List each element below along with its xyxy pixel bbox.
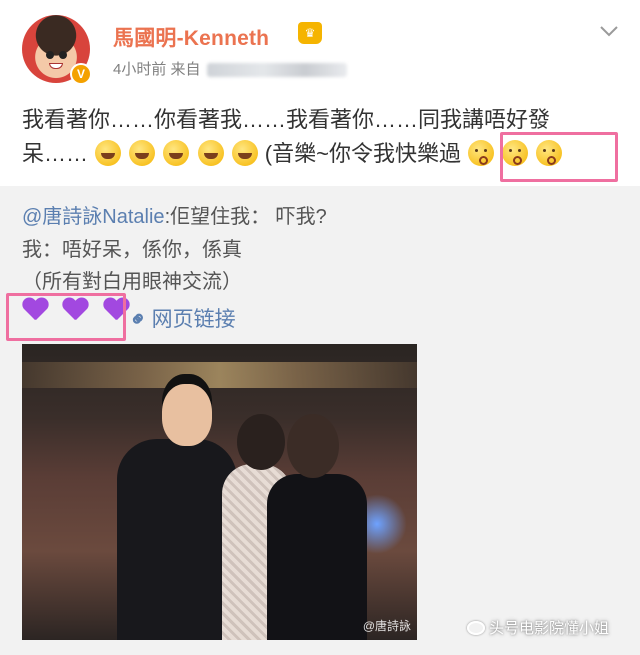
avatar-mouth	[49, 63, 63, 69]
verified-badge-icon: V	[70, 63, 92, 85]
post-source-label: 来自	[170, 61, 201, 78]
post-source-blurred	[206, 63, 347, 78]
avatar-eye-left	[46, 51, 54, 59]
photo-woman-black-suit	[267, 474, 367, 640]
rolling-laugh-emoji-icon	[231, 140, 258, 166]
post-photo[interactable]: @唐詩詠	[22, 344, 417, 640]
photo-credit: @唐詩詠	[362, 619, 411, 633]
repost-line-3: （所有對白用眼神交流）	[22, 271, 242, 293]
repost-line-1: @唐詩詠Natalie:佢望住我： 吓我?	[22, 200, 327, 229]
rolling-laugh-emoji-icon	[129, 140, 156, 166]
watermark-text: 头号电影院懂小姐	[489, 620, 610, 637]
photo-woman-2-head	[287, 414, 339, 478]
repost-card[interactable]: @唐詩詠Natalie:佢望住我： 吓我? 我：唔好呆，係你，係真 （所有對白用…	[0, 186, 640, 655]
wechat-icon	[467, 621, 485, 635]
photo-man-head	[162, 384, 212, 446]
avatar-eye-right	[59, 51, 67, 59]
web-link[interactable]: ⚭网页链接	[124, 303, 236, 334]
kissing-emoji-icon	[468, 140, 495, 166]
photo-woman-head	[237, 414, 285, 470]
post-text-line-2-prefix: 呆……	[22, 141, 89, 166]
post-time: 4小时前	[113, 61, 167, 78]
rolling-laugh-emoji-icon	[95, 140, 122, 166]
vip-crown-icon: ♛	[298, 22, 322, 44]
username[interactable]: 馬國明-Kenneth	[113, 22, 269, 52]
post-header: V 馬國明-Kenneth ♛ 4小时前 来自	[0, 0, 640, 90]
chevron-down-icon[interactable]	[598, 20, 620, 42]
post-text-line-2-mid: (音樂~你令我快樂過	[264, 141, 461, 166]
mention-link[interactable]: @唐詩詠Natalie	[22, 206, 165, 228]
repost-line-2: 我：唔好呆，係你，係真	[22, 239, 242, 261]
photo-banner	[22, 362, 417, 388]
web-link-label: 网页链接	[151, 308, 236, 331]
watermark: 头号电影院懂小姐	[467, 617, 609, 638]
rolling-laugh-emoji-icon	[197, 140, 224, 166]
post-meta: 4小时前 来自	[113, 58, 347, 79]
rolling-laugh-emoji-icon	[163, 140, 190, 166]
repost-line-1-rest: :佢望住我： 吓我?	[164, 206, 327, 228]
photo-man-body	[117, 439, 237, 640]
highlight-box-hearts	[6, 293, 126, 341]
highlight-box-kiss-emojis	[500, 132, 618, 182]
